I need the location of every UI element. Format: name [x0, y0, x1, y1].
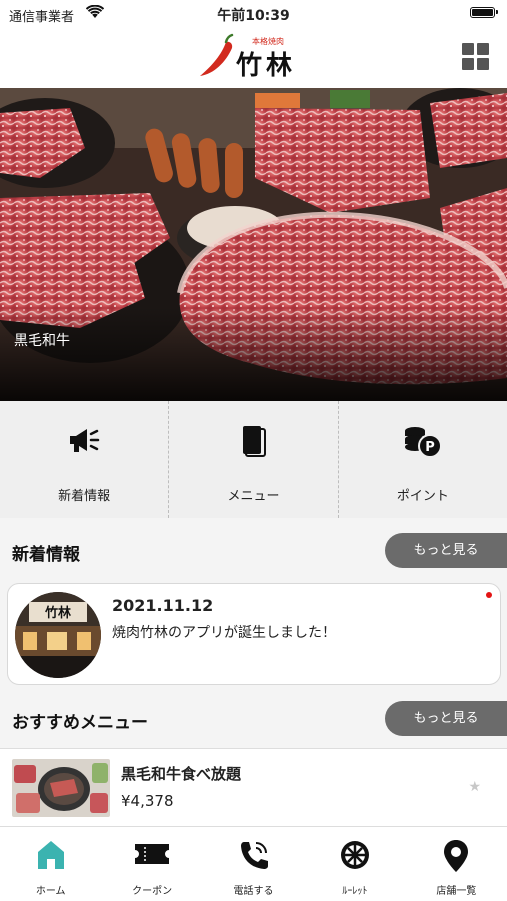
brand-logo[interactable]: 本格焼肉 竹林: [196, 32, 316, 82]
news-more-button[interactable]: もっと見る: [385, 533, 507, 568]
battery-icon: [470, 7, 498, 18]
tab-label: ﾙｰﾚｯﾄ: [342, 886, 368, 897]
news-thumbnail: 竹林: [15, 592, 101, 678]
map-pin-icon: [443, 839, 469, 877]
tab-label: ホーム: [35, 886, 66, 897]
unread-dot: [486, 592, 492, 598]
tab-label: クーポン: [132, 886, 173, 897]
ticket-icon: [134, 839, 170, 873]
tab-home[interactable]: ホーム: [0, 827, 101, 901]
menu-item-name: 黒毛和牛食べ放題: [121, 765, 242, 783]
book-icon: [240, 425, 267, 461]
tab-roulette[interactable]: ﾙｰﾚｯﾄ: [304, 827, 405, 901]
wagyu-photo: [0, 88, 507, 401]
menu-list-item[interactable]: 黒毛和牛食べ放題 ¥4,378 ★: [0, 748, 507, 828]
news-section-title: 新着情報: [12, 545, 80, 565]
recommend-section-title: おすすめメニュー: [12, 713, 148, 733]
quick-menu-menu[interactable]: メニュー: [169, 401, 339, 518]
bottom-tab-bar: ホーム クーポン 電話する ﾙｰﾚｯﾄ 店舗一覧: [0, 826, 507, 901]
recommend-more-button[interactable]: もっと見る: [385, 701, 507, 736]
grid-menu-icon[interactable]: [462, 43, 489, 70]
quick-menu-label: ポイント: [396, 489, 449, 504]
clock: 午前10:39: [217, 8, 290, 24]
megaphone-icon: [67, 425, 101, 459]
menu-item-thumbnail: [12, 759, 110, 817]
news-text: 焼肉竹林のアプリが誕生しました！: [112, 625, 336, 641]
svg-text:P: P: [425, 440, 435, 455]
favorite-star-icon[interactable]: ★: [468, 779, 481, 795]
quick-menu: 新着情報 メニュー P ポイント: [0, 401, 507, 518]
hero-banner[interactable]: 黒毛和牛: [0, 88, 507, 401]
news-card[interactable]: 竹林 2021.11.12 焼肉竹林のアプリが誕生しました！: [7, 583, 501, 685]
tab-call[interactable]: 電話する: [203, 827, 304, 901]
home-icon: [36, 839, 66, 875]
tab-stores[interactable]: 店舗一覧: [406, 827, 507, 901]
quick-menu-point[interactable]: P ポイント: [339, 401, 507, 518]
quick-menu-label: メニュー: [227, 489, 280, 504]
status-bar: 通信事業者 午前10:39: [0, 0, 507, 26]
coins-point-icon: P: [403, 425, 443, 463]
app-header: 本格焼肉 竹林: [0, 26, 507, 89]
tab-label: 電話する: [233, 886, 274, 897]
svg-text:竹林: 竹林: [44, 605, 71, 621]
quick-menu-label: 新着情報: [58, 489, 111, 504]
quick-menu-news[interactable]: 新着情報: [0, 401, 170, 518]
phone-icon: [238, 839, 270, 875]
roulette-icon: [339, 839, 371, 875]
tab-coupon[interactable]: クーポン: [101, 827, 202, 901]
logo-small-text: 本格焼肉: [252, 36, 284, 46]
tab-label: 店舗一覧: [436, 886, 477, 897]
hero-caption: 黒毛和牛: [14, 333, 70, 349]
news-date: 2021.11.12: [112, 596, 214, 615]
menu-item-price: ¥4,378: [121, 792, 174, 810]
logo-main-text: 竹林: [235, 51, 296, 81]
